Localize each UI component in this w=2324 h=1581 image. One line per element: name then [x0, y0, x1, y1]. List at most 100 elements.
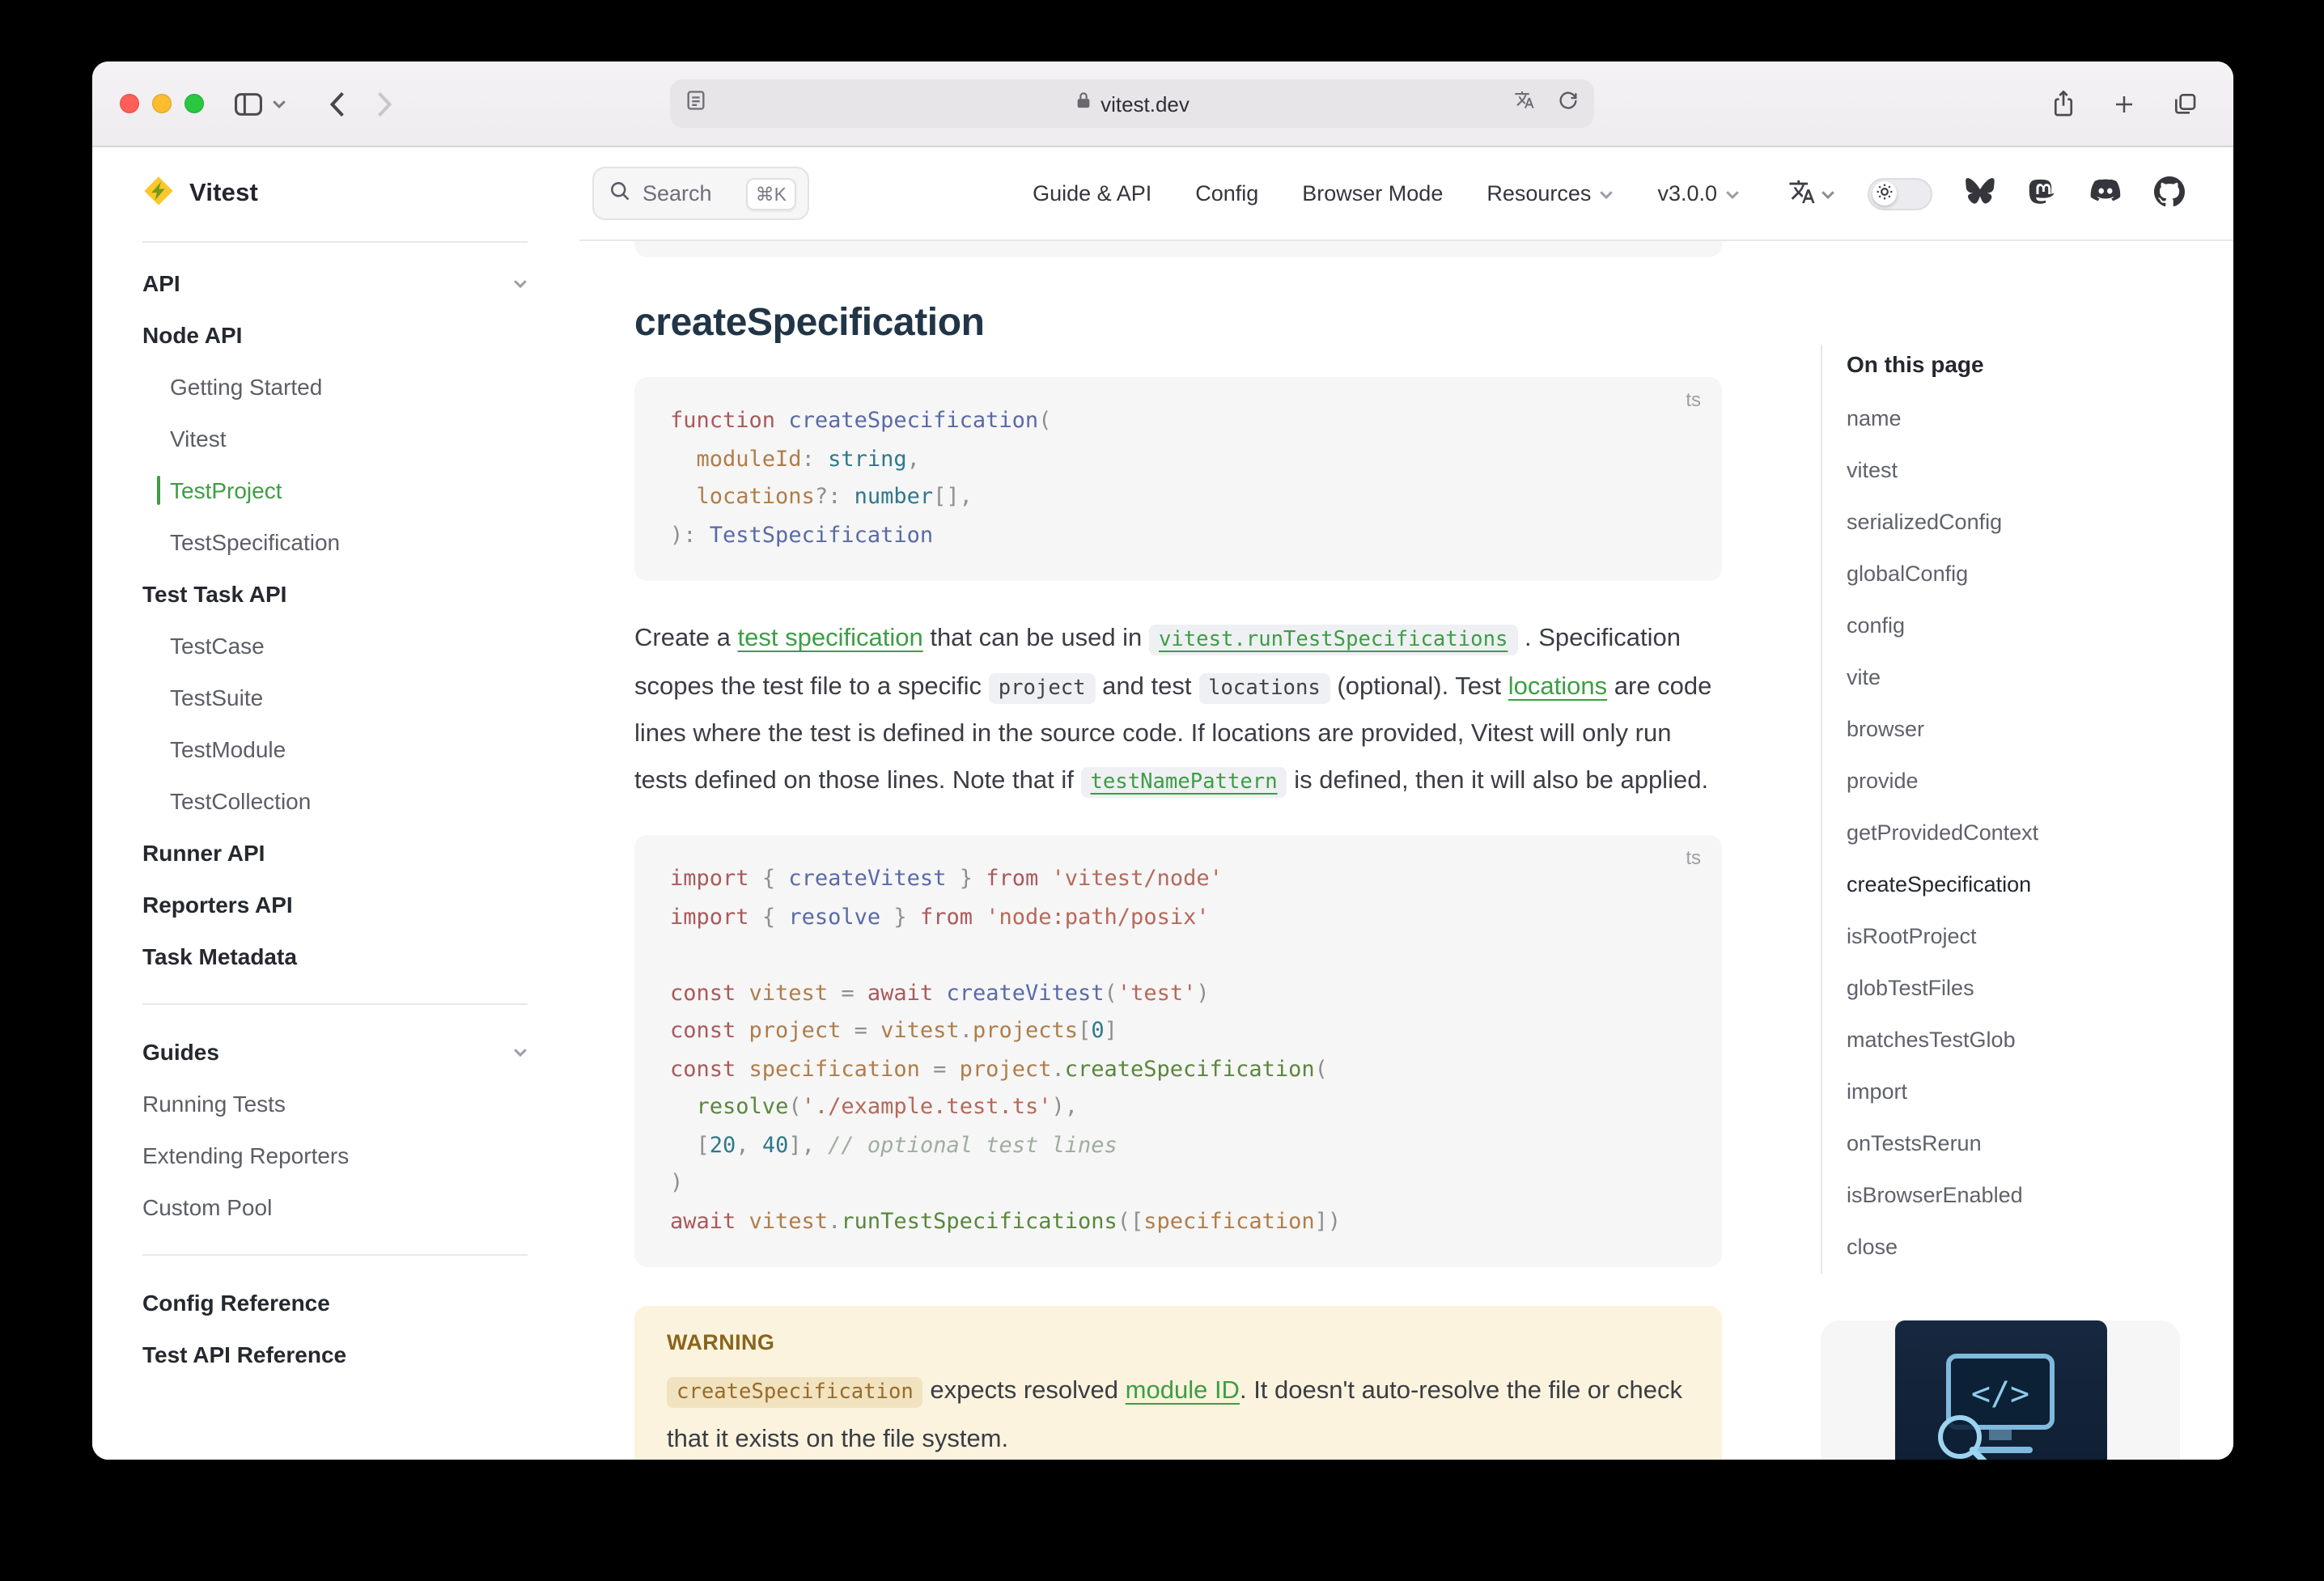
sidebar-item-testproject[interactable]: TestProject — [142, 464, 528, 516]
translate-page-button[interactable] — [1513, 89, 1537, 118]
nav-link-config[interactable]: Config — [1195, 181, 1258, 206]
sidebar-item-api[interactable]: API — [142, 257, 528, 309]
sidebar-item-test-task-api[interactable]: Test Task API — [142, 568, 528, 620]
inline-link[interactable]: module ID — [1126, 1377, 1240, 1405]
outline-item-provide[interactable]: provide — [1847, 756, 2180, 807]
outline-title: On this page — [1847, 345, 2180, 384]
sidebar-item-custom-pool[interactable]: Custom Pool — [142, 1181, 528, 1233]
search-button[interactable]: Search ⌘K — [592, 167, 809, 220]
code-line: const specification = project.createSpec… — [670, 1051, 1686, 1089]
outline-item-vite[interactable]: vite — [1847, 652, 2180, 704]
nav-link-label: Config — [1195, 181, 1258, 206]
on-this-page: On this page namevitestserializedConfigg… — [1821, 241, 2180, 1460]
outline-item-config[interactable]: config — [1847, 600, 2180, 652]
sidebar-item-testcollection[interactable]: TestCollection — [142, 775, 528, 827]
forward-icon — [375, 90, 393, 117]
code-content: function createSpecification( moduleId: … — [670, 403, 1686, 555]
inline-link[interactable]: test specification — [738, 625, 923, 652]
forward-button[interactable] — [375, 90, 393, 117]
language-menu[interactable] — [1788, 177, 1835, 210]
tab-overview-button[interactable] — [2172, 91, 2198, 117]
chevron-down-icon — [1821, 181, 1835, 206]
page-title: createSpecification — [634, 299, 1722, 348]
sidebar-item-node-api[interactable]: Node API — [142, 309, 528, 361]
sidebar-divider — [142, 1254, 528, 1256]
code-line: const vitest = await createVitest('test'… — [670, 975, 1686, 1013]
close-window-button[interactable] — [120, 94, 139, 113]
browser-chrome: vitest.dev — [92, 61, 2233, 147]
sidebar-item-label: Guides — [142, 1039, 219, 1065]
sidebar-item-runner-api[interactable]: Runner API — [142, 827, 528, 879]
new-tab-button[interactable] — [2112, 91, 2136, 116]
share-button[interactable] — [2050, 89, 2076, 118]
theme-toggle[interactable] — [1868, 177, 1932, 210]
inline-link[interactable]: locations — [1508, 672, 1607, 700]
sidebar-item-running-tests[interactable]: Running Tests — [142, 1078, 528, 1130]
ad-placement[interactable]: </> — [1821, 1320, 2180, 1460]
sidebar-item-task-metadata[interactable]: Task Metadata — [142, 930, 528, 982]
bluesky-icon — [1965, 176, 1995, 210]
page-settings-button[interactable] — [685, 88, 707, 119]
outline-item-import[interactable]: import — [1847, 1066, 2180, 1118]
outline-item-serializedconfig[interactable]: serializedConfig — [1847, 497, 2180, 549]
sidebar-item-label: Node API — [142, 322, 242, 348]
back-icon — [329, 90, 346, 117]
nav-link-guide-api[interactable]: Guide & API — [1033, 181, 1151, 206]
sidebar-item-config-reference[interactable]: Config Reference — [142, 1277, 528, 1329]
nav-link-resources[interactable]: Resources — [1486, 181, 1614, 206]
code-lang-badge: ts — [1686, 846, 1701, 869]
minimize-window-button[interactable] — [152, 94, 172, 113]
sidebar-toggle-button[interactable] — [233, 90, 264, 117]
nav-link-browser-mode[interactable]: Browser Mode — [1302, 181, 1443, 206]
zoom-window-button[interactable] — [184, 94, 204, 113]
outline-item-close[interactable]: close — [1847, 1222, 2180, 1274]
nav-link-v3-0-0[interactable]: v3.0.0 — [1657, 181, 1740, 206]
reload-button[interactable] — [1557, 88, 1580, 119]
sidebar-item-testcase[interactable]: TestCase — [142, 620, 528, 672]
sidebar-item-test-api-reference[interactable]: Test API Reference — [142, 1329, 528, 1380]
sidebar-item-extending-reporters[interactable]: Extending Reporters — [142, 1130, 528, 1181]
vitest-logo-icon — [142, 174, 175, 214]
outline-item-browser[interactable]: browser — [1847, 704, 2180, 756]
outline-item-isrootproject[interactable]: isRootProject — [1847, 911, 2180, 963]
previous-code-block-partial — [634, 241, 1722, 257]
sidebar-item-label: Task Metadata — [142, 943, 297, 969]
tab-group-dropdown[interactable] — [272, 98, 286, 109]
outline-item-ontestsrerun[interactable]: onTestsRerun — [1847, 1118, 2180, 1170]
code-line — [670, 937, 1686, 975]
back-button[interactable] — [329, 90, 346, 117]
outline-item-globalconfig[interactable]: globalConfig — [1847, 549, 2180, 600]
outline-item-createspecification[interactable]: createSpecification — [1847, 859, 2180, 911]
warning-callout: WARNING createSpecification expects reso… — [634, 1306, 1722, 1460]
code-line: function createSpecification( — [670, 403, 1686, 441]
github-link[interactable] — [2154, 176, 2185, 211]
outline-item-vitest[interactable]: vitest — [1847, 445, 2180, 497]
inline-code-link[interactable]: testNamePattern — [1080, 766, 1287, 797]
sidebar-item-vitest[interactable]: Vitest — [142, 413, 528, 464]
mastodon-link[interactable] — [2028, 176, 2057, 211]
sidebar-item-label: Config Reference — [142, 1290, 330, 1316]
sidebar-item-testsuite[interactable]: TestSuite — [142, 672, 528, 723]
outline-item-name[interactable]: name — [1847, 393, 2180, 445]
outline-item-getprovidedcontext[interactable]: getProvidedContext — [1847, 807, 2180, 859]
bluesky-link[interactable] — [1965, 176, 1995, 210]
outline-item-globtestfiles[interactable]: globTestFiles — [1847, 963, 2180, 1015]
chevron-down-icon — [1599, 181, 1614, 206]
discord-link[interactable] — [2089, 178, 2122, 209]
sidebar-item-testspecification[interactable]: TestSpecification — [142, 516, 528, 568]
inline-code-link[interactable]: vitest.runTestSpecifications — [1149, 625, 1517, 655]
sidebar-item-reporters-api[interactable]: Reporters API — [142, 879, 528, 930]
outline-item-isbrowserenabled[interactable]: isBrowserEnabled — [1847, 1170, 2180, 1222]
sidebar-item-getting-started[interactable]: Getting Started — [142, 361, 528, 413]
address-bar[interactable]: vitest.dev — [670, 79, 1594, 128]
site-logo[interactable]: Vitest — [142, 147, 579, 241]
sidebar-item-guides[interactable]: Guides — [142, 1026, 528, 1078]
chevron-down-icon — [1725, 181, 1740, 206]
sidebar-item-testmodule[interactable]: TestModule — [142, 723, 528, 775]
code-line: resolve('./example.test.ts'), — [670, 1089, 1686, 1127]
url-text: vitest.dev — [1101, 91, 1190, 116]
code-line: await vitest.runTestSpecifications([spec… — [670, 1203, 1686, 1241]
code-line: ): TestSpecification — [670, 517, 1686, 555]
desktop-background: { "palette": { "accent": "#3c9e44", "tra… — [0, 0, 2324, 1581]
outline-item-matchestestglob[interactable]: matchesTestGlob — [1847, 1015, 2180, 1066]
